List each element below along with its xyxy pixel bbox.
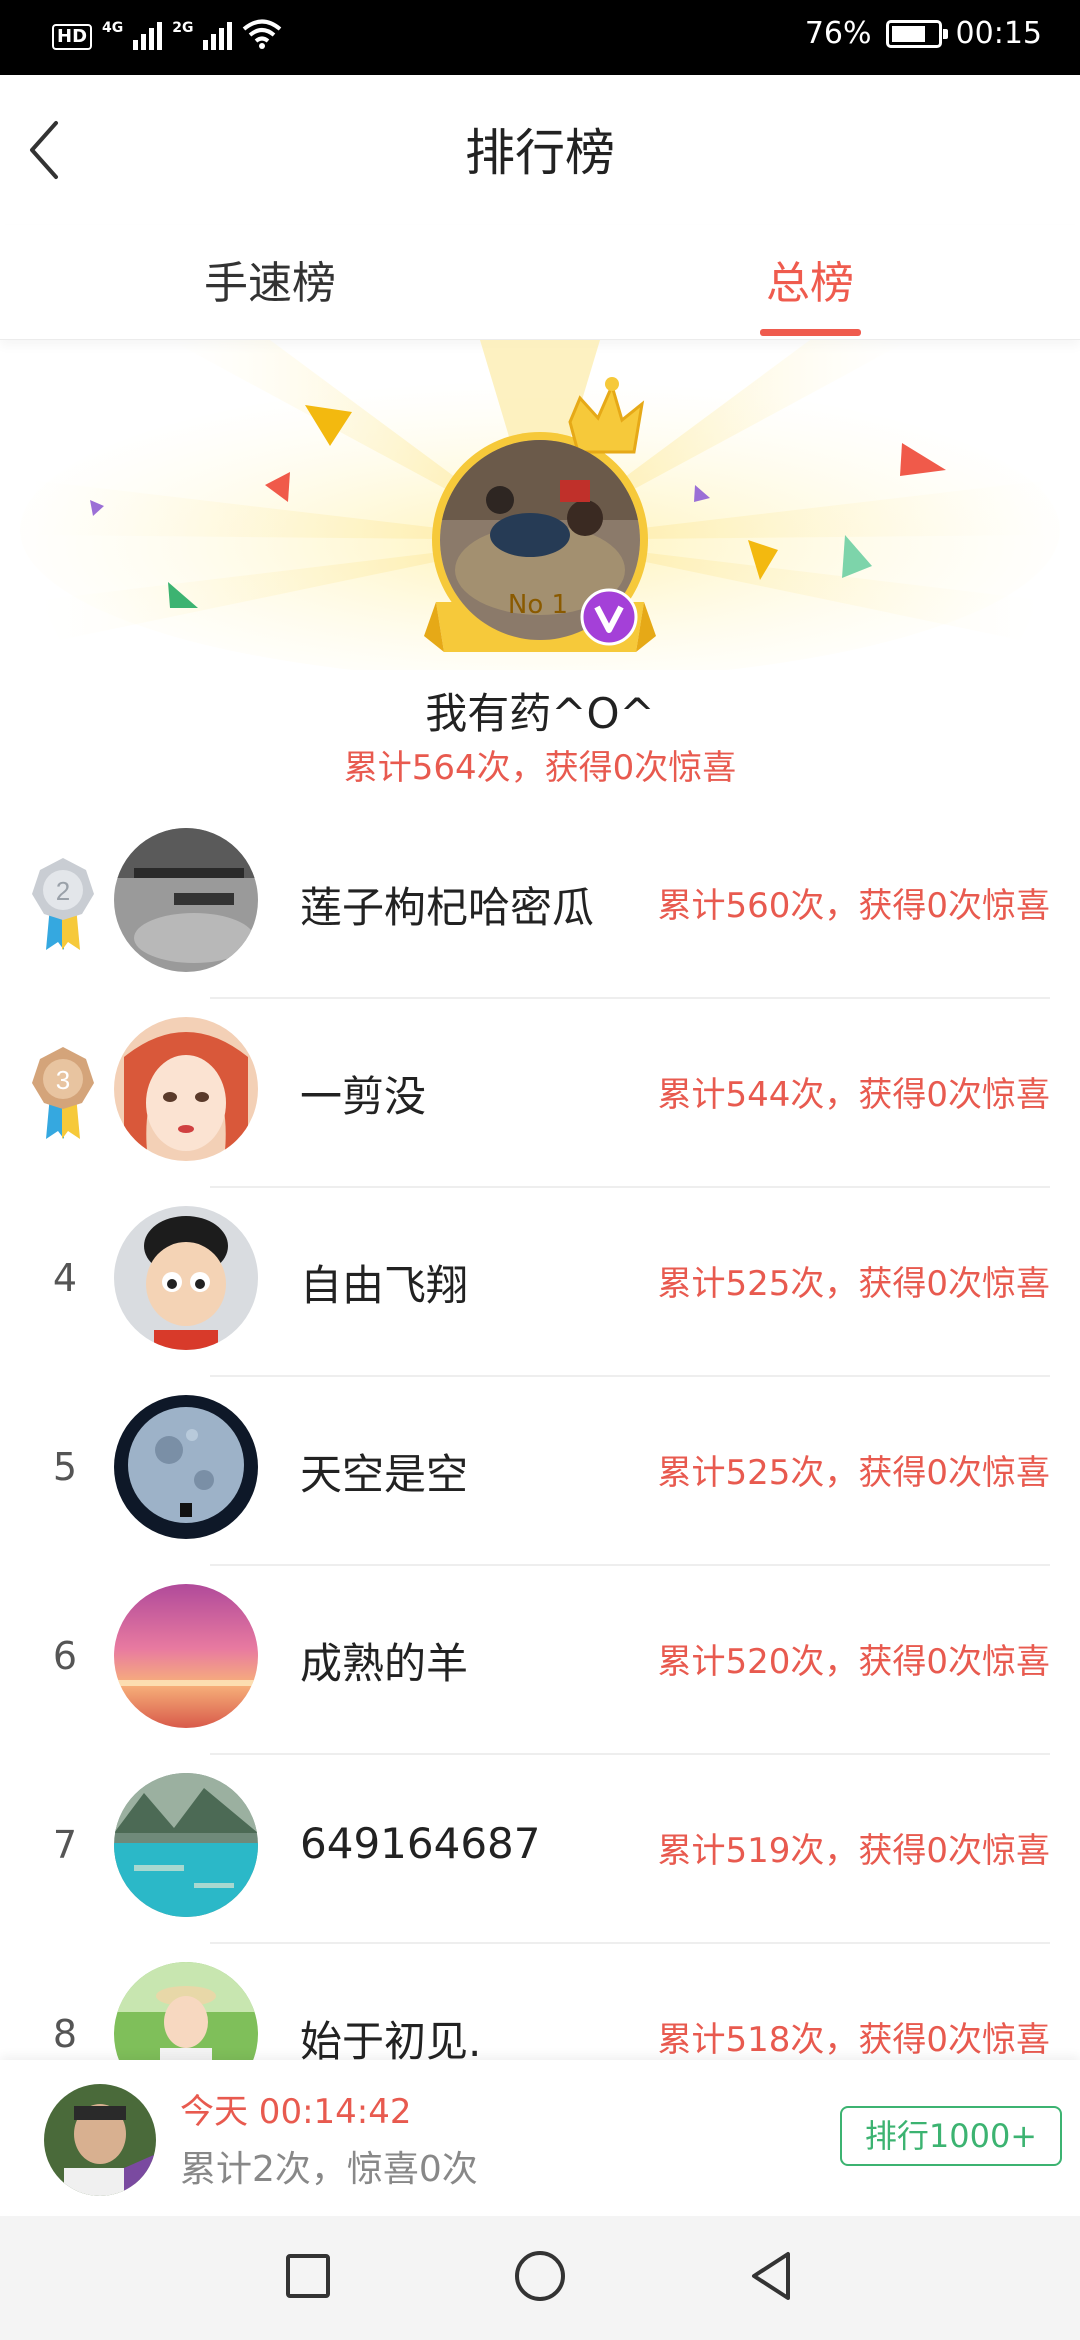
- user-name: 一剪没: [300, 1072, 427, 1121]
- user-stats: 累计525次，获得0次惊喜: [657, 1264, 1050, 1304]
- user-stats: 累计519次，获得0次惊喜: [657, 1831, 1050, 1871]
- active-tab-indicator: [760, 329, 861, 336]
- avatar[interactable]: [114, 828, 258, 972]
- page-title: 排行榜: [465, 124, 615, 182]
- wifi-icon: [243, 19, 282, 49]
- avatar-image: [114, 1773, 258, 1917]
- status-right: 76% 00:15: [805, 16, 1042, 51]
- status-left: HD 4G 2G: [52, 18, 282, 50]
- ranking-row[interactable]: 5 天空是空 累计525次，获得0次惊喜: [0, 1377, 1080, 1566]
- avatar-image: [114, 828, 258, 972]
- back-nav-icon[interactable]: [742, 2246, 802, 2306]
- silver-medal-icon: 2: [32, 858, 94, 950]
- battery-fill: [891, 25, 925, 42]
- champion-section: No 1 我有药^O^ 累计564次，获得0次惊喜: [0, 340, 1080, 810]
- recent-apps-icon[interactable]: [278, 2246, 338, 2306]
- avatar[interactable]: [114, 1395, 258, 1539]
- avatar[interactable]: [114, 1206, 258, 1350]
- signal-icon: [133, 20, 163, 50]
- user-stats: 累计560次，获得0次惊喜: [657, 886, 1050, 926]
- my-stats: 累计2次，惊喜0次: [180, 2149, 478, 2190]
- rank-number: 6: [52, 1634, 78, 1678]
- user-stats: 累计518次，获得0次惊喜: [657, 2020, 1050, 2060]
- champion-name: 我有药^O^: [425, 689, 655, 738]
- user-name: 成熟的羊: [300, 1639, 469, 1688]
- user-name: 天空是空: [300, 1450, 469, 1499]
- home-icon[interactable]: [510, 2246, 570, 2306]
- status-bar: HD 4G 2G 76% 00:15: [0, 0, 1080, 75]
- rank-number: 7: [52, 1823, 78, 1867]
- user-stats: 累计525次，获得0次惊喜: [657, 1453, 1050, 1493]
- rank-number: 4: [52, 1256, 78, 1300]
- battery-percent: 76%: [804, 16, 872, 51]
- user-name: 649164687: [300, 1819, 541, 1868]
- bronze-medal-icon: 3: [32, 1047, 94, 1139]
- avatar[interactable]: [114, 1773, 258, 1917]
- user-name: 自由飞翔: [300, 1261, 469, 1310]
- medal-rank-text: 2: [56, 876, 70, 906]
- my-avatar-image: [44, 2084, 156, 2196]
- clock: 00:15: [955, 16, 1042, 51]
- ranking-row[interactable]: 3 一剪没 累计544次，获得0次惊喜: [0, 999, 1080, 1188]
- tab-total-rank[interactable]: 总榜: [660, 247, 960, 311]
- ranking-row[interactable]: 2 莲子枸杞哈密瓜 累计560次，获得0次惊喜: [0, 810, 1080, 999]
- ranking-row[interactable]: 4 自由飞翔 累计525次，获得0次惊喜: [0, 1188, 1080, 1377]
- user-stats: 累计544次，获得0次惊喜: [657, 1075, 1050, 1115]
- avatar-image: [114, 1584, 258, 1728]
- tab-bar: 手速榜 总榜: [0, 225, 1080, 340]
- system-nav-bar: [0, 2216, 1080, 2340]
- medal-rank-text: 3: [56, 1065, 70, 1095]
- network-type-1: 4G: [102, 20, 124, 36]
- my-avatar[interactable]: [44, 2084, 156, 2196]
- signal-icon-2: [203, 20, 233, 50]
- ranking-row[interactable]: 7 649164687 累计519次，获得0次惊喜: [0, 1755, 1080, 1944]
- user-stats: 累计520次，获得0次惊喜: [657, 1642, 1050, 1682]
- my-rank-bar: 今天 00:14:42 累计2次，惊喜0次 排行1000+: [0, 2060, 1080, 2216]
- user-name: 莲子枸杞哈密瓜: [300, 883, 595, 932]
- no1-badge: No 1: [507, 590, 569, 620]
- champion-stats: 累计564次，获得0次惊喜: [343, 748, 737, 788]
- ranking-row[interactable]: 6 成熟的羊 累计520次，获得0次惊喜: [0, 1566, 1080, 1755]
- battery-icon: [885, 19, 948, 48]
- avatar-image: [114, 1206, 258, 1350]
- rank-number: 8: [52, 2012, 78, 2056]
- avatar-image: [114, 1395, 258, 1539]
- rank-number: 5: [52, 1445, 78, 1489]
- avatar[interactable]: [114, 1017, 258, 1161]
- tab-speed-rank[interactable]: 手速榜: [120, 247, 420, 311]
- my-rank-button[interactable]: 排行1000+: [840, 2106, 1062, 2166]
- hd-icon: HD: [52, 24, 93, 50]
- network-type-2: 2G: [172, 20, 194, 36]
- avatar[interactable]: [114, 1584, 258, 1728]
- header: 排行榜: [0, 75, 1080, 225]
- avatar-image: [114, 1017, 258, 1161]
- my-last-time: 今天 00:14:42: [180, 2092, 412, 2132]
- verified-v-icon: [580, 588, 638, 646]
